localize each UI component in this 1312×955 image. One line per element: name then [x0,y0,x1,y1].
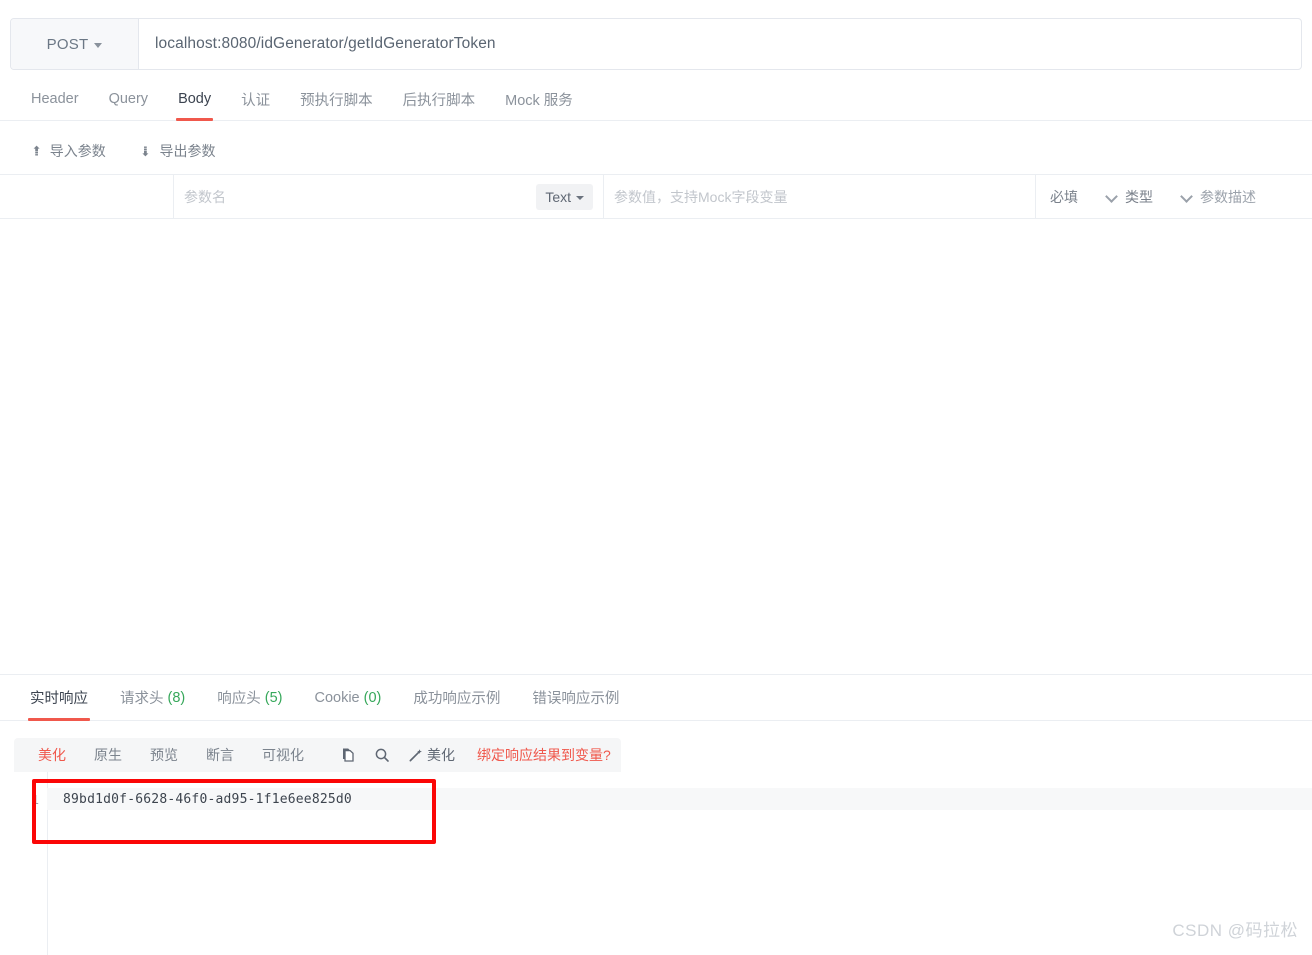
param-required-label: 必填 [1050,188,1078,205]
http-method-selector[interactable]: POST [11,19,139,69]
request-url-text: localhost:8080/idGenerator/getIdGenerato… [155,35,496,52]
param-type-pill-label: Text [545,188,571,205]
tab-post-script-label: 后执行脚本 [402,92,476,109]
response-tab-success-example-label: 成功响应示例 [413,691,501,707]
search-icon[interactable] [374,747,390,763]
response-tab-error-example[interactable]: 错误响应示例 [516,675,635,721]
param-type-select[interactable]: 类型 [1106,187,1153,207]
param-required-select[interactable]: 必填 [1050,187,1078,207]
param-description-select[interactable]: 参数描述 [1181,187,1256,207]
request-url-bar: POST localhost:8080/idGenerator/getIdGen… [10,18,1302,70]
watermark: CSDN @码拉松 [1172,921,1298,940]
response-tab-realtime[interactable]: 实时响应 [14,675,104,721]
response-action-icons: 美化 [318,745,455,765]
param-description-input[interactable]: 参数描述 [1200,187,1256,207]
param-name-input[interactable]: 参数名 [184,187,226,207]
tab-auth[interactable]: 认证 [226,78,285,121]
param-type-pill[interactable]: Text [536,183,593,210]
response-tab-success-example[interactable]: 成功响应示例 [397,675,516,721]
tab-post-script[interactable]: 后执行脚本 [388,78,491,121]
bind-response-to-variable-link[interactable]: 绑定响应结果到变量? [477,745,611,765]
export-params-button[interactable]: ➟ 导出参数 [137,141,216,161]
request-tab-bar: Header Query Body 认证 预执行脚本 后执行脚本 Mock 服务 [0,78,1312,121]
import-params-button[interactable]: ➟ 导入参数 [27,141,106,161]
caret-down-icon [576,195,584,200]
tab-body-label: Body [178,91,212,107]
param-name-cell: 参数名 Text [174,175,604,218]
import-params-label: 导入参数 [49,143,106,159]
param-table-row: 参数名 Text 参数值，支持Mock字段变量 必填 类型 参数描述 [0,174,1312,219]
chevron-down-icon [1106,191,1117,202]
tab-pre-script[interactable]: 预执行脚本 [285,78,388,121]
tab-header-label: Header [31,91,79,107]
beautify-button[interactable]: 美化 [408,745,455,765]
param-meta-cell: 必填 类型 参数描述 [1036,175,1312,218]
caret-down-icon [94,42,103,48]
param-value-input[interactable]: 参数值，支持Mock字段变量 [614,187,787,207]
response-tab-response-headers[interactable]: 响应头 (5) [201,675,298,721]
response-view-toolbar: 美化 原生 预览 断言 可视化 美化 绑定响应结果到变量? [14,738,621,772]
param-io-toolbar: ➟ 导入参数 ➟ 导出参数 [0,128,1312,174]
api-client-screen: POST localhost:8080/idGenerator/getIdGen… [0,0,1312,955]
param-type-label: 类型 [1125,188,1153,205]
view-mode-visualize[interactable]: 可视化 [248,745,318,765]
response-tab-cookie[interactable]: Cookie (0) [298,675,397,721]
response-tab-realtime-label: 实时响应 [30,691,88,707]
response-tab-response-headers-label: 响应头 [217,691,261,707]
response-tab-request-headers-label: 请求头 [120,691,164,707]
tab-body[interactable]: Body [163,78,226,121]
tab-mock-service[interactable]: Mock 服务 [490,78,588,121]
response-tab-request-headers-count: (8) [167,689,186,706]
response-body-text: 89bd1d0f-6628-46f0-ad95-1f1e6ee825d0 [47,788,1312,810]
tab-query-label: Query [108,91,149,107]
chevron-down-icon [1181,191,1192,202]
view-mode-raw[interactable]: 原生 [80,745,136,765]
view-mode-assert[interactable]: 断言 [192,745,248,765]
tab-pre-script-label: 预执行脚本 [300,92,373,109]
tab-header[interactable]: Header [16,78,94,121]
tab-auth-label: 认证 [241,92,271,109]
export-params-label: 导出参数 [159,143,216,159]
arrow-up-icon: ➟ [27,145,44,157]
view-mode-preview[interactable]: 预览 [136,745,192,765]
view-mode-pretty[interactable]: 美化 [24,745,80,765]
response-tab-bar: 实时响应 请求头 (8) 响应头 (5) Cookie (0) 成功响应示例 错… [0,675,1312,721]
response-tab-cookie-count: (0) [363,689,382,706]
beautify-label: 美化 [427,747,455,763]
editor-line: 1 89bd1d0f-6628-46f0-ad95-1f1e6ee825d0 [14,788,1312,810]
param-value-cell[interactable]: 参数值，支持Mock字段变量 [604,175,1036,218]
response-tab-cookie-label: Cookie [314,689,360,706]
magic-wand-icon [408,748,423,763]
response-body-editor[interactable]: 1 89bd1d0f-6628-46f0-ad95-1f1e6ee825d0 [14,772,1312,955]
response-tab-error-example-label: 错误响应示例 [532,691,620,707]
copy-icon[interactable] [340,747,356,763]
request-body-empty-area[interactable] [0,219,1312,674]
http-method-label: POST [46,35,89,53]
response-tab-request-headers[interactable]: 请求头 (8) [104,675,201,721]
editor-line-number: 1 [31,791,39,807]
arrow-down-icon: ➟ [137,145,154,157]
response-tab-response-headers-count: (5) [264,689,283,706]
param-enable-cell[interactable] [0,175,174,218]
request-url-input[interactable]: localhost:8080/idGenerator/getIdGenerato… [139,19,1301,69]
tab-query[interactable]: Query [94,78,164,121]
tab-mock-service-label: Mock 服务 [505,92,573,109]
